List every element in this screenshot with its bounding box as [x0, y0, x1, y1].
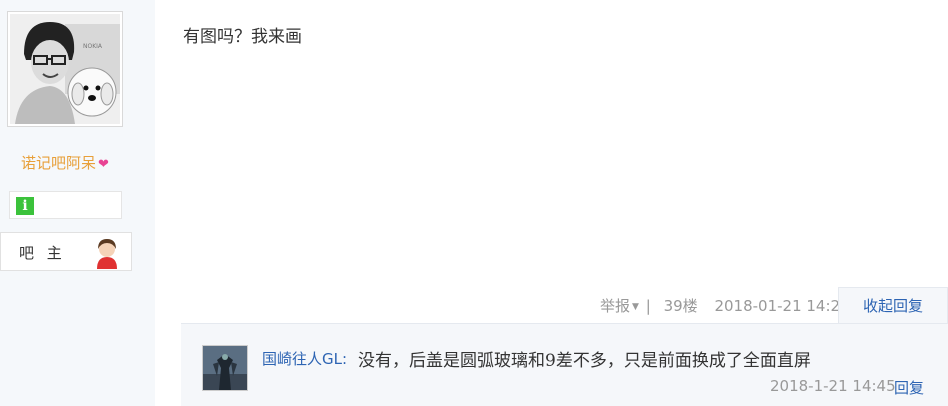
tail-separator: | [645, 297, 651, 315]
role-badge: 吧 主 [0, 232, 132, 271]
info-icon[interactable]: i [16, 197, 34, 215]
post-content: 有图吗？我来画 [183, 27, 302, 47]
collapse-replies-button[interactable]: 收起回复 [838, 287, 948, 324]
post-tail: 举报 ▼ | 39楼 2018-01-21 14:28 [600, 295, 850, 316]
heart-icon: ❤ [98, 157, 109, 172]
reply-button[interactable]: 回复 [894, 377, 924, 398]
post-timestamp: 2018-01-21 14:28 [714, 297, 850, 315]
report-label[interactable]: 举报 [600, 297, 630, 315]
reply-timestamp: 2018-1-21 14:45 [770, 377, 896, 395]
reply-text: 没有，后盖是圆弧玻璃和9差不多，只是前面换成了全面直屏 [358, 351, 811, 371]
author-sidebar: NOKIA 诺记吧阿呆 ❤ i 吧 主 [0, 0, 155, 406]
floor-number: 39楼 [663, 297, 698, 315]
svg-text:NOKIA: NOKIA [83, 43, 103, 50]
avatar-image: NOKIA [10, 14, 120, 124]
author-username-text[interactable]: 诺记吧阿呆 [21, 154, 96, 172]
author-avatar[interactable]: NOKIA [7, 11, 123, 127]
role-label: 吧 主 [19, 244, 66, 262]
report-link[interactable]: 举报 ▼ [600, 297, 639, 315]
caret-down-icon[interactable]: ▼ [632, 302, 639, 312]
badge-box: i [9, 191, 122, 219]
author-username[interactable]: 诺记吧阿呆 ❤ [0, 152, 130, 173]
reply-avatar-image [203, 346, 247, 390]
reply-list: 国崎往人GL: 没有，后盖是圆弧玻璃和9差不多，只是前面换成了全面直屏 2018… [181, 323, 948, 406]
moderator-avatar-icon [93, 237, 121, 273]
reply-avatar[interactable] [202, 345, 248, 391]
reply-username[interactable]: 国崎往人GL: [262, 348, 347, 369]
